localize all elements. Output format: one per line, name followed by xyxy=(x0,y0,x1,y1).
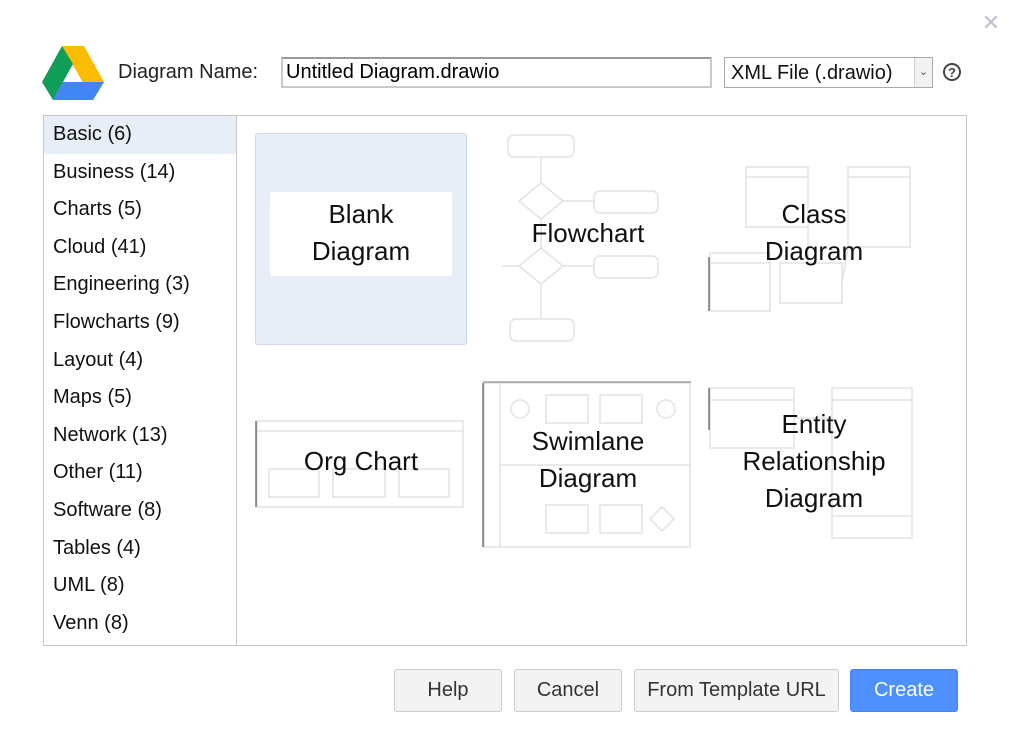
template-panel: Basic (6) Business (14) Charts (5) Cloud… xyxy=(43,115,967,646)
template-blank-label-box: Blank Diagram xyxy=(270,192,452,276)
category-item-cloud[interactable]: Cloud (41) xyxy=(44,229,236,267)
file-format-value: XML File (.drawio) xyxy=(731,62,893,84)
template-label-line2: Diagram xyxy=(764,236,864,266)
category-item-flowcharts[interactable]: Flowcharts (9) xyxy=(44,304,236,342)
template-label-line1: Swimlane xyxy=(531,426,645,456)
template-label-line1: Entity xyxy=(781,409,847,439)
google-drive-logo-icon xyxy=(42,46,104,100)
template-label-line2: Diagram xyxy=(538,463,638,493)
category-item-layout[interactable]: Layout (4) xyxy=(44,342,236,380)
category-item-other[interactable]: Other (11) xyxy=(44,454,236,492)
diagram-name-label: Diagram Name: xyxy=(118,61,259,83)
template-label-line1: Blank xyxy=(328,199,394,229)
help-icon[interactable]: ? xyxy=(943,63,961,81)
template-label-line1: Org Chart xyxy=(303,446,419,476)
category-item-charts[interactable]: Charts (5) xyxy=(44,191,236,229)
category-item-uml[interactable]: UML (8) xyxy=(44,567,236,605)
category-sidebar: Basic (6) Business (14) Charts (5) Cloud… xyxy=(44,116,237,645)
template-label-line2: Diagram xyxy=(311,236,411,266)
file-format-select[interactable]: XML File (.drawio) ⌄ xyxy=(724,57,933,88)
template-label-line3: Diagram xyxy=(764,483,864,513)
close-icon[interactable]: ✕ xyxy=(980,12,1002,34)
template-label-line2: Relationship xyxy=(742,446,886,476)
cancel-button[interactable]: Cancel xyxy=(514,669,622,712)
create-button[interactable]: Create xyxy=(850,669,958,712)
template-org-chart[interactable]: Org Chart xyxy=(255,381,467,546)
category-item-business[interactable]: Business (14) xyxy=(44,154,236,192)
category-item-network[interactable]: Network (13) xyxy=(44,417,236,455)
category-item-software[interactable]: Software (8) xyxy=(44,492,236,530)
template-swimlane-diagram[interactable]: Swimlane Diagram xyxy=(482,381,694,551)
template-label-line1: Class xyxy=(781,199,847,229)
template-class-diagram[interactable]: Class Diagram xyxy=(708,133,920,345)
template-entity-relationship-diagram[interactable]: Entity Relationship Diagram xyxy=(708,386,920,546)
from-template-url-button[interactable]: From Template URL xyxy=(634,669,839,712)
chevron-down-icon[interactable]: ⌄ xyxy=(914,58,932,87)
category-item-venn[interactable]: Venn (8) xyxy=(44,605,236,643)
template-label-line1: Flowchart xyxy=(531,218,645,248)
template-flowchart[interactable]: Flowchart xyxy=(482,133,694,345)
category-item-tables[interactable]: Tables (4) xyxy=(44,530,236,568)
category-item-basic[interactable]: Basic (6) xyxy=(44,116,236,154)
diagram-name-input[interactable] xyxy=(281,57,712,88)
category-item-maps[interactable]: Maps (5) xyxy=(44,379,236,417)
category-item-engineering[interactable]: Engineering (3) xyxy=(44,266,236,304)
template-blank-diagram[interactable]: Blank Diagram xyxy=(255,133,467,345)
template-grid: Blank Diagram Flowchart Class Diagram Or… xyxy=(238,116,966,645)
help-button[interactable]: Help xyxy=(394,669,502,712)
